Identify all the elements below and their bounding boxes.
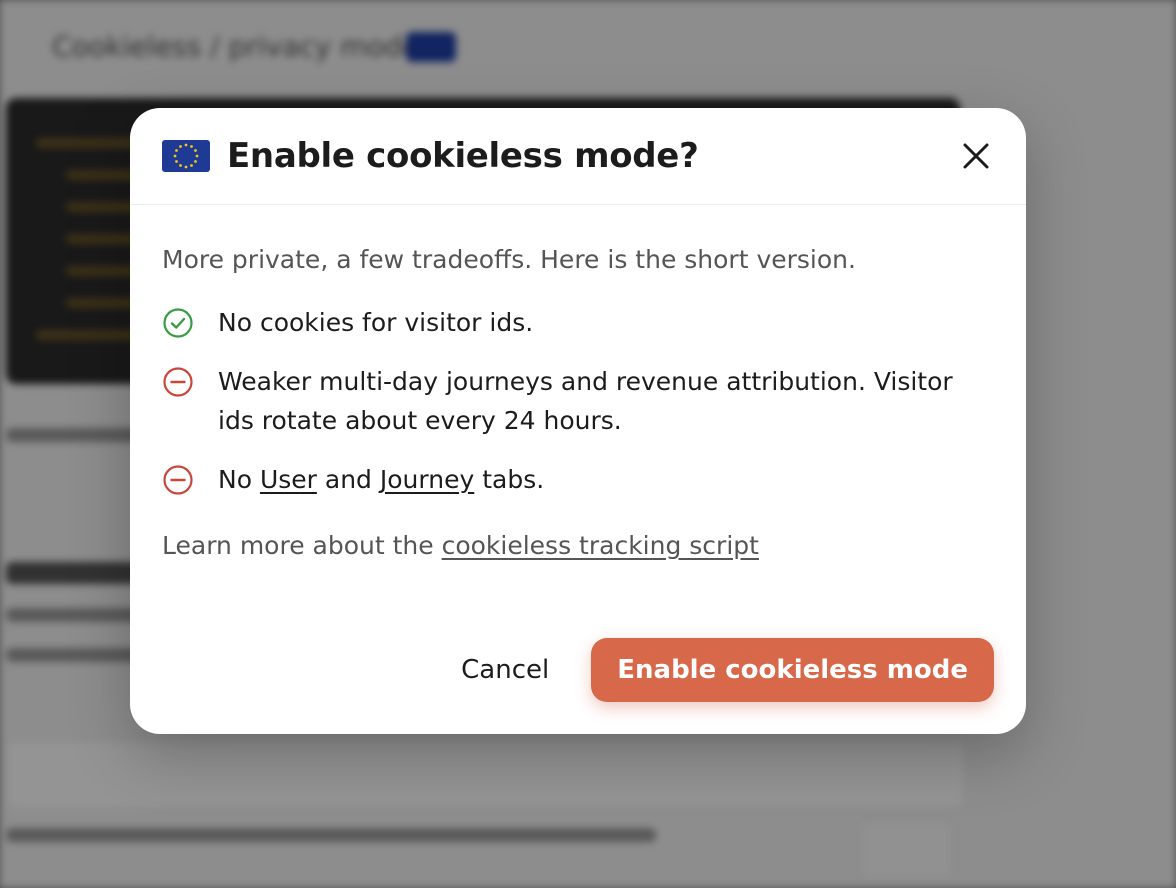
list-item-text: No User and Journey tabs. [218, 460, 544, 499]
list-item-text: No cookies for visitor ids. [218, 308, 534, 337]
minus-circle-icon [163, 367, 193, 397]
list-item-text: Weaker multi-day journeys and revenue at… [218, 367, 953, 435]
close-icon [963, 143, 989, 169]
item-prefix: No [218, 465, 252, 494]
dialog-header: Enable cookieless mode? [130, 108, 1026, 205]
learn-more-text: Learn more about the cookieless tracking… [162, 531, 994, 560]
list-item: Weaker multi-day journeys and revenue at… [162, 362, 994, 440]
eu-flag-icon [162, 140, 210, 172]
cancel-button[interactable]: Cancel [461, 655, 549, 685]
enable-cookieless-button[interactable]: Enable cookieless mode [591, 638, 994, 702]
check-circle-icon [163, 308, 193, 338]
tradeoff-list: No cookies for visitor ids. Weaker multi… [162, 303, 994, 499]
close-button[interactable] [956, 136, 996, 176]
user-tab-link[interactable]: User [260, 465, 317, 494]
dialog-body: More private, a few tradeoffs. Here is t… [130, 205, 1026, 560]
learn-more-prefix: Learn more about the [162, 531, 434, 560]
dialog-intro: More private, a few tradeoffs. Here is t… [162, 245, 856, 274]
journey-tab-link[interactable]: Journey [380, 465, 474, 494]
list-item: No cookies for visitor ids. [162, 303, 994, 342]
cookieless-script-link[interactable]: cookieless tracking script [442, 531, 759, 560]
dialog-title: Enable cookieless mode? [227, 136, 699, 176]
item-middle: and [324, 465, 372, 494]
minus-circle-icon [163, 465, 193, 495]
item-suffix: tabs. [482, 465, 545, 494]
list-item: No User and Journey tabs. [162, 460, 994, 499]
cookieless-dialog: Enable cookieless mode? More private, a … [130, 108, 1026, 734]
dialog-footer: Cancel Enable cookieless mode [461, 638, 994, 702]
